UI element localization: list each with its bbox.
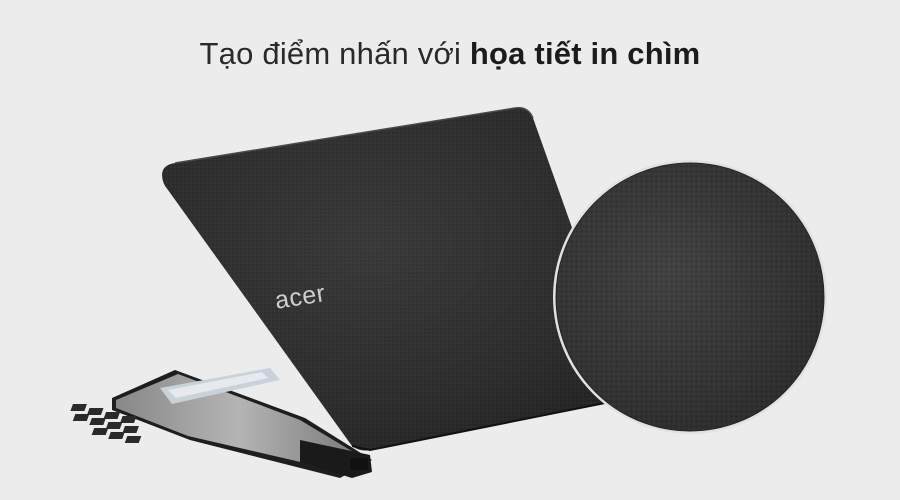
product-scene: acer — [70, 106, 827, 478]
texture-zoom-circle — [553, 160, 827, 434]
